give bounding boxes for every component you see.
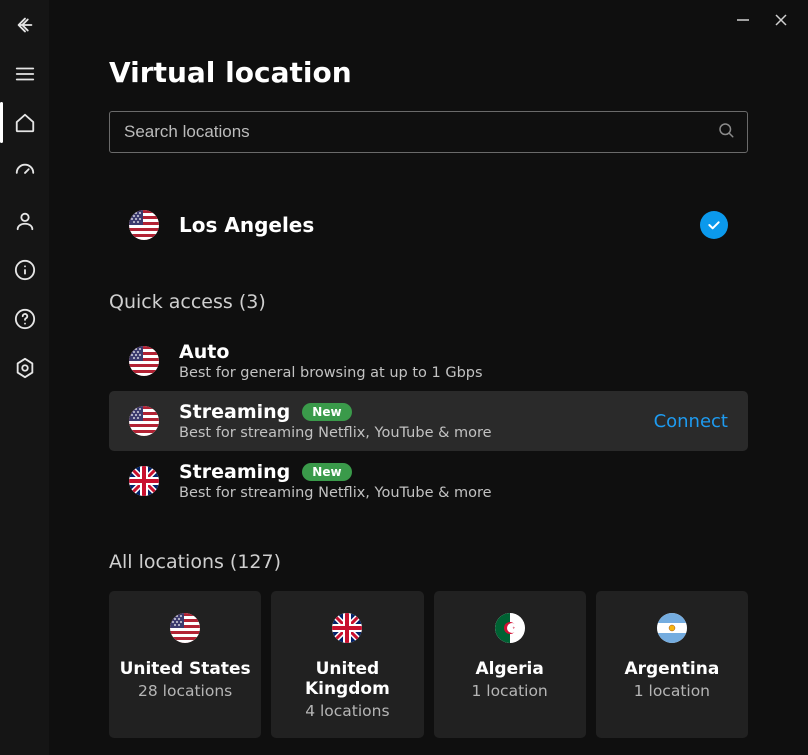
help-icon [14,308,36,330]
quick-access-subtitle: Best for general browsing at up to 1 Gbp… [179,365,728,381]
selected-check-icon [700,211,728,239]
location-card[interactable]: United States 28 locations [109,591,261,738]
quick-access-heading: Quick access (3) [109,291,748,313]
new-badge: New [302,403,351,421]
location-card-name: Argentina [604,659,740,679]
close-button[interactable] [774,12,788,31]
minimize-button[interactable] [736,12,750,31]
gauge-icon [14,161,36,183]
location-card[interactable]: Argentina 1 location [596,591,748,738]
sidebar-help[interactable] [0,294,49,343]
page-title: Virtual location [109,56,748,89]
search-box[interactable] [109,111,748,153]
current-location-name: Los Angeles [179,213,700,237]
titlebar [49,0,808,42]
settings-icon [14,357,36,379]
all-locations-heading: All locations (127) [109,551,748,573]
sidebar-home[interactable] [0,98,49,147]
connect-button[interactable]: Connect [654,411,728,432]
minimize-icon [736,13,750,27]
info-icon [14,259,36,281]
arrow-left-icon [14,14,36,36]
location-card-count: 28 locations [117,682,253,700]
location-card-name: Algeria [442,659,578,679]
quick-access-list: Auto Best for general browsing at up to … [109,331,748,511]
location-card[interactable]: Algeria 1 location [434,591,586,738]
quick-access-title: Auto [179,341,229,363]
sidebar [0,0,49,755]
quick-access-item[interactable]: Streaming New Best for streaming Netflix… [109,391,748,451]
quick-access-item[interactable]: Auto Best for general browsing at up to … [109,331,748,391]
sidebar-account[interactable] [0,196,49,245]
location-card-count: 4 locations [279,702,415,720]
user-icon [14,210,36,232]
flag-icon [129,346,159,376]
sidebar-info[interactable] [0,245,49,294]
quick-access-body: Auto Best for general browsing at up to … [179,341,728,381]
flag-icon [170,613,200,643]
quick-access-subtitle: Best for streaming Netflix, YouTube & mo… [179,425,654,441]
location-card[interactable]: United Kingdom 4 locations [271,591,423,738]
menu-icon [14,63,36,85]
close-icon [774,13,788,27]
search-icon [717,121,735,143]
home-icon [14,112,36,134]
quick-access-item[interactable]: Streaming New Best for streaming Netflix… [109,451,748,511]
flag-icon [129,466,159,496]
location-card-name: United Kingdom [279,659,415,699]
flag-icon [495,613,525,643]
new-badge: New [302,463,351,481]
all-locations-grid: United States 28 locations United Kingdo… [109,591,748,738]
content: Virtual location Los Angeles Quick acces… [49,42,808,738]
quick-access-body: Streaming New Best for streaming Netflix… [179,401,654,441]
flag-icon [332,613,362,643]
quick-access-title: Streaming [179,401,290,423]
main-panel: Virtual location Los Angeles Quick acces… [49,0,808,755]
search-input[interactable] [124,112,717,152]
quick-access-title: Streaming [179,461,290,483]
sidebar-speed[interactable] [0,147,49,196]
quick-access-subtitle: Best for streaming Netflix, YouTube & mo… [179,485,728,501]
sidebar-menu[interactable] [0,49,49,98]
quick-access-body: Streaming New Best for streaming Netflix… [179,461,728,501]
location-card-name: United States [117,659,253,679]
flag-icon [129,406,159,436]
current-location-row[interactable]: Los Angeles [109,203,748,247]
flag-icon [657,613,687,643]
flag-icon [129,210,159,240]
sidebar-back[interactable] [0,0,49,49]
location-card-count: 1 location [604,682,740,700]
sidebar-settings[interactable] [0,343,49,392]
location-card-count: 1 location [442,682,578,700]
